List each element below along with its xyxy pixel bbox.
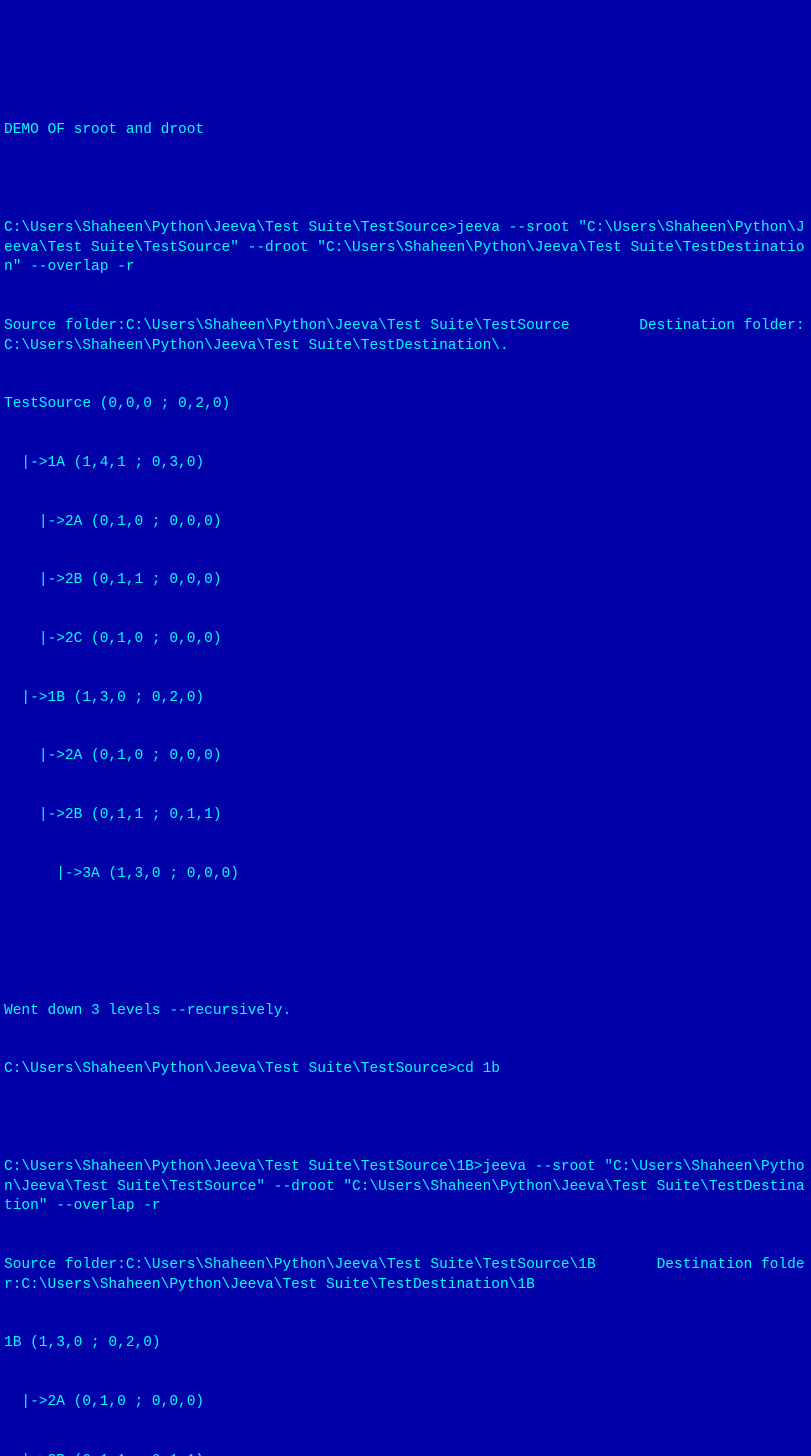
terminal-line: Source folder:C:\Users\Shaheen\Python\Je…: [4, 317, 807, 356]
terminal-line: |->2A (0,1,0 ; 0,0,0): [4, 513, 807, 533]
terminal-line: TestSource (0,0,0 ; 0,2,0): [4, 395, 807, 415]
terminal-line: DEMO OF sroot and droot: [4, 121, 807, 141]
terminal-line: C:\Users\Shaheen\Python\Jeeva\Test Suite…: [4, 1060, 807, 1080]
terminal-line: |->2B (0,1,1 ; 0,1,1): [4, 806, 807, 826]
terminal-line: |->1B (1,3,0 ; 0,2,0): [4, 689, 807, 709]
terminal-line: |->2B (0,1,1 ; 0,1,1): [4, 1452, 807, 1456]
terminal-window[interactable]: DEMO OF sroot and droot C:\Users\Shaheen…: [4, 82, 807, 802]
terminal-line: 1B (1,3,0 ; 0,2,0): [4, 1334, 807, 1354]
terminal-line: Source folder:C:\Users\Shaheen\Python\Je…: [4, 1256, 807, 1295]
terminal-line: |->2A (0,1,0 ; 0,0,0): [4, 1393, 807, 1413]
terminal-line: |->2C (0,1,0 ; 0,0,0): [4, 630, 807, 650]
terminal-line: |->2A (0,1,0 ; 0,0,0): [4, 747, 807, 767]
terminal-line: |->1A (1,4,1 ; 0,3,0): [4, 454, 807, 474]
terminal-line: C:\Users\Shaheen\Python\Jeeva\Test Suite…: [4, 1158, 807, 1217]
terminal-line: Went down 3 levels --recursively.: [4, 1002, 807, 1022]
terminal-line: C:\Users\Shaheen\Python\Jeeva\Test Suite…: [4, 219, 807, 278]
terminal-line: |->2B (0,1,1 ; 0,0,0): [4, 571, 807, 591]
terminal-line: |->3A (1,3,0 ; 0,0,0): [4, 865, 807, 885]
